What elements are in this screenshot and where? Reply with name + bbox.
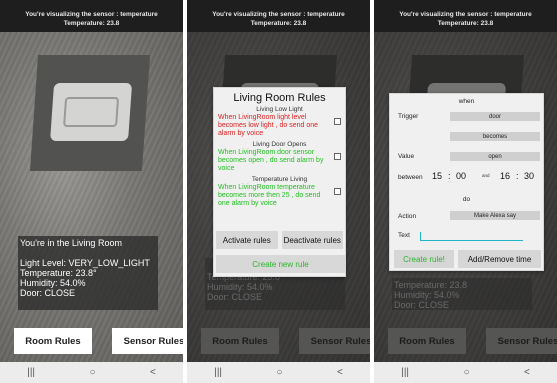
rule-description: When LivingRoom door sensor becomes open… bbox=[214, 149, 345, 173]
and-label: and bbox=[482, 173, 490, 178]
android-nav-bar: ||| ○ < bbox=[187, 362, 370, 383]
home-icon[interactable]: ○ bbox=[463, 367, 469, 378]
rule-checkbox[interactable] bbox=[334, 188, 341, 195]
text-input[interactable] bbox=[420, 240, 523, 241]
sensor-header: You're visualizing the sensor : temperat… bbox=[0, 0, 183, 32]
room-name: You're in the Living Room bbox=[20, 238, 122, 248]
sensor-rules-button[interactable]: Sensor Rules bbox=[486, 328, 557, 354]
room-rules-dialog: Living Room Rules Living Low Light When … bbox=[213, 87, 346, 277]
screen-room-view: You're visualizing the sensor : temperat… bbox=[0, 0, 183, 383]
bottom-buttons: Room Rules Sensor Rules bbox=[388, 328, 557, 354]
end-minute-input[interactable]: 30 bbox=[524, 171, 534, 181]
screen-room-rules: You're visualizing the sensor : temperat… bbox=[187, 0, 370, 383]
header-line1: You're visualizing the sensor : temperat… bbox=[399, 11, 532, 18]
sensor-header: You're visualizing the sensor : temperat… bbox=[187, 0, 370, 32]
humidity-value: Humidity: 54.0% bbox=[20, 278, 86, 288]
create-rule-button[interactable]: Create rule! bbox=[394, 250, 454, 268]
room-info-panel-dimmed: Temperature: 23.8 Humidity: 54.0% Door: … bbox=[392, 278, 532, 310]
header-line1: You're visualizing the sensor : temperat… bbox=[212, 11, 345, 18]
room-info-panel: You're in the Living Room Light Level: V… bbox=[18, 236, 158, 310]
door-value: Door: CLOSE bbox=[394, 300, 450, 310]
time-colon: : bbox=[448, 171, 451, 181]
back-icon[interactable]: < bbox=[524, 367, 530, 378]
recent-apps-icon[interactable]: ||| bbox=[214, 367, 222, 378]
screen-create-rule: You're visualizing the sensor : temperat… bbox=[374, 0, 557, 383]
android-nav-bar: ||| ○ < bbox=[374, 362, 557, 383]
back-icon[interactable]: < bbox=[150, 367, 156, 378]
home-icon[interactable]: ○ bbox=[89, 367, 95, 378]
trigger-label: Trigger bbox=[398, 113, 419, 120]
header-line2: Temperature: 23.8 bbox=[250, 20, 307, 27]
becomes-select[interactable]: becomes bbox=[450, 132, 540, 141]
home-icon[interactable]: ○ bbox=[276, 367, 282, 378]
rule-description: When LivingRoom temperature becomes more… bbox=[214, 184, 345, 208]
rule-description: When LivingRoom light level becomes low … bbox=[214, 114, 345, 138]
value-label: Value bbox=[398, 153, 415, 160]
rule-text: When LivingRoom door sensor becomes open… bbox=[218, 149, 324, 172]
between-label: between bbox=[398, 174, 423, 181]
rule-name: Living Door Opens bbox=[252, 141, 307, 148]
trigger-select[interactable]: door bbox=[450, 112, 540, 121]
start-hour-input[interactable]: 15 bbox=[432, 171, 442, 181]
temperature-value: Temperature: 23.8° bbox=[20, 268, 97, 278]
bottom-buttons: Room Rules Sensor Rules bbox=[201, 328, 370, 354]
recent-apps-icon[interactable]: ||| bbox=[401, 367, 409, 378]
action-select[interactable]: Make Alexa say bbox=[450, 211, 540, 220]
humidity-value: Humidity: 54.0% bbox=[394, 290, 460, 300]
android-nav-bar: ||| ○ < bbox=[0, 362, 183, 383]
rule-name: Living Low Light bbox=[256, 106, 303, 113]
rule-name: Temperature Living bbox=[251, 176, 308, 183]
door-value: Door: CLOSE bbox=[20, 288, 76, 298]
room-rules-button[interactable]: Room Rules bbox=[201, 328, 279, 354]
sensor-rules-button[interactable]: Sensor Rules bbox=[112, 328, 183, 354]
header-line2: Temperature: 23.8 bbox=[437, 20, 494, 27]
dialog-title: Living Room Rules bbox=[233, 92, 326, 104]
create-new-rule-button[interactable]: Create new rule bbox=[216, 255, 345, 273]
rule-checkbox[interactable] bbox=[334, 153, 341, 160]
do-label: do bbox=[462, 196, 471, 203]
rule-checkbox[interactable] bbox=[334, 118, 341, 125]
header-line1: You're visualizing the sensor : temperat… bbox=[25, 11, 158, 18]
bottom-buttons: Room Rules Sensor Rules bbox=[14, 328, 183, 354]
start-minute-input[interactable]: 00 bbox=[456, 171, 466, 181]
time-colon: : bbox=[516, 171, 519, 181]
activate-rules-button[interactable]: Activate rules bbox=[216, 231, 278, 249]
humidity-value: Humidity: 54.0% bbox=[207, 282, 273, 292]
sensor-rules-button[interactable]: Sensor Rules bbox=[299, 328, 370, 354]
temperature-value: Temperature: 23.8 bbox=[394, 280, 468, 290]
rules-actions: Activate rules Deactivate rules bbox=[214, 231, 345, 249]
sensor-device-image bbox=[29, 55, 151, 171]
end-hour-input[interactable]: 16 bbox=[500, 171, 510, 181]
back-icon[interactable]: < bbox=[337, 367, 343, 378]
room-rules-button[interactable]: Room Rules bbox=[14, 328, 92, 354]
add-remove-time-button[interactable]: Add/Remove time bbox=[458, 250, 541, 268]
value-select[interactable]: open bbox=[450, 152, 540, 161]
recent-apps-icon[interactable]: ||| bbox=[27, 367, 35, 378]
deactivate-rules-button[interactable]: Deactivate rules bbox=[281, 231, 343, 249]
rule-text: When LivingRoom temperature becomes more… bbox=[218, 184, 321, 207]
rule-text: When LivingRoom light level becomes low … bbox=[218, 114, 319, 137]
header-line2: Temperature: 23.8 bbox=[63, 20, 120, 27]
action-label: Action bbox=[398, 213, 417, 220]
door-value: Door: CLOSE bbox=[207, 292, 263, 302]
room-rules-button[interactable]: Room Rules bbox=[388, 328, 466, 354]
when-label: when bbox=[458, 98, 475, 105]
light-level: Light Level: VERY_LOW_LIGHT bbox=[20, 258, 150, 268]
text-label: Text bbox=[398, 232, 410, 239]
sensor-header: You're visualizing the sensor : temperat… bbox=[374, 0, 557, 32]
create-rule-dialog: when Trigger door becomes Value open bet… bbox=[389, 93, 544, 271]
